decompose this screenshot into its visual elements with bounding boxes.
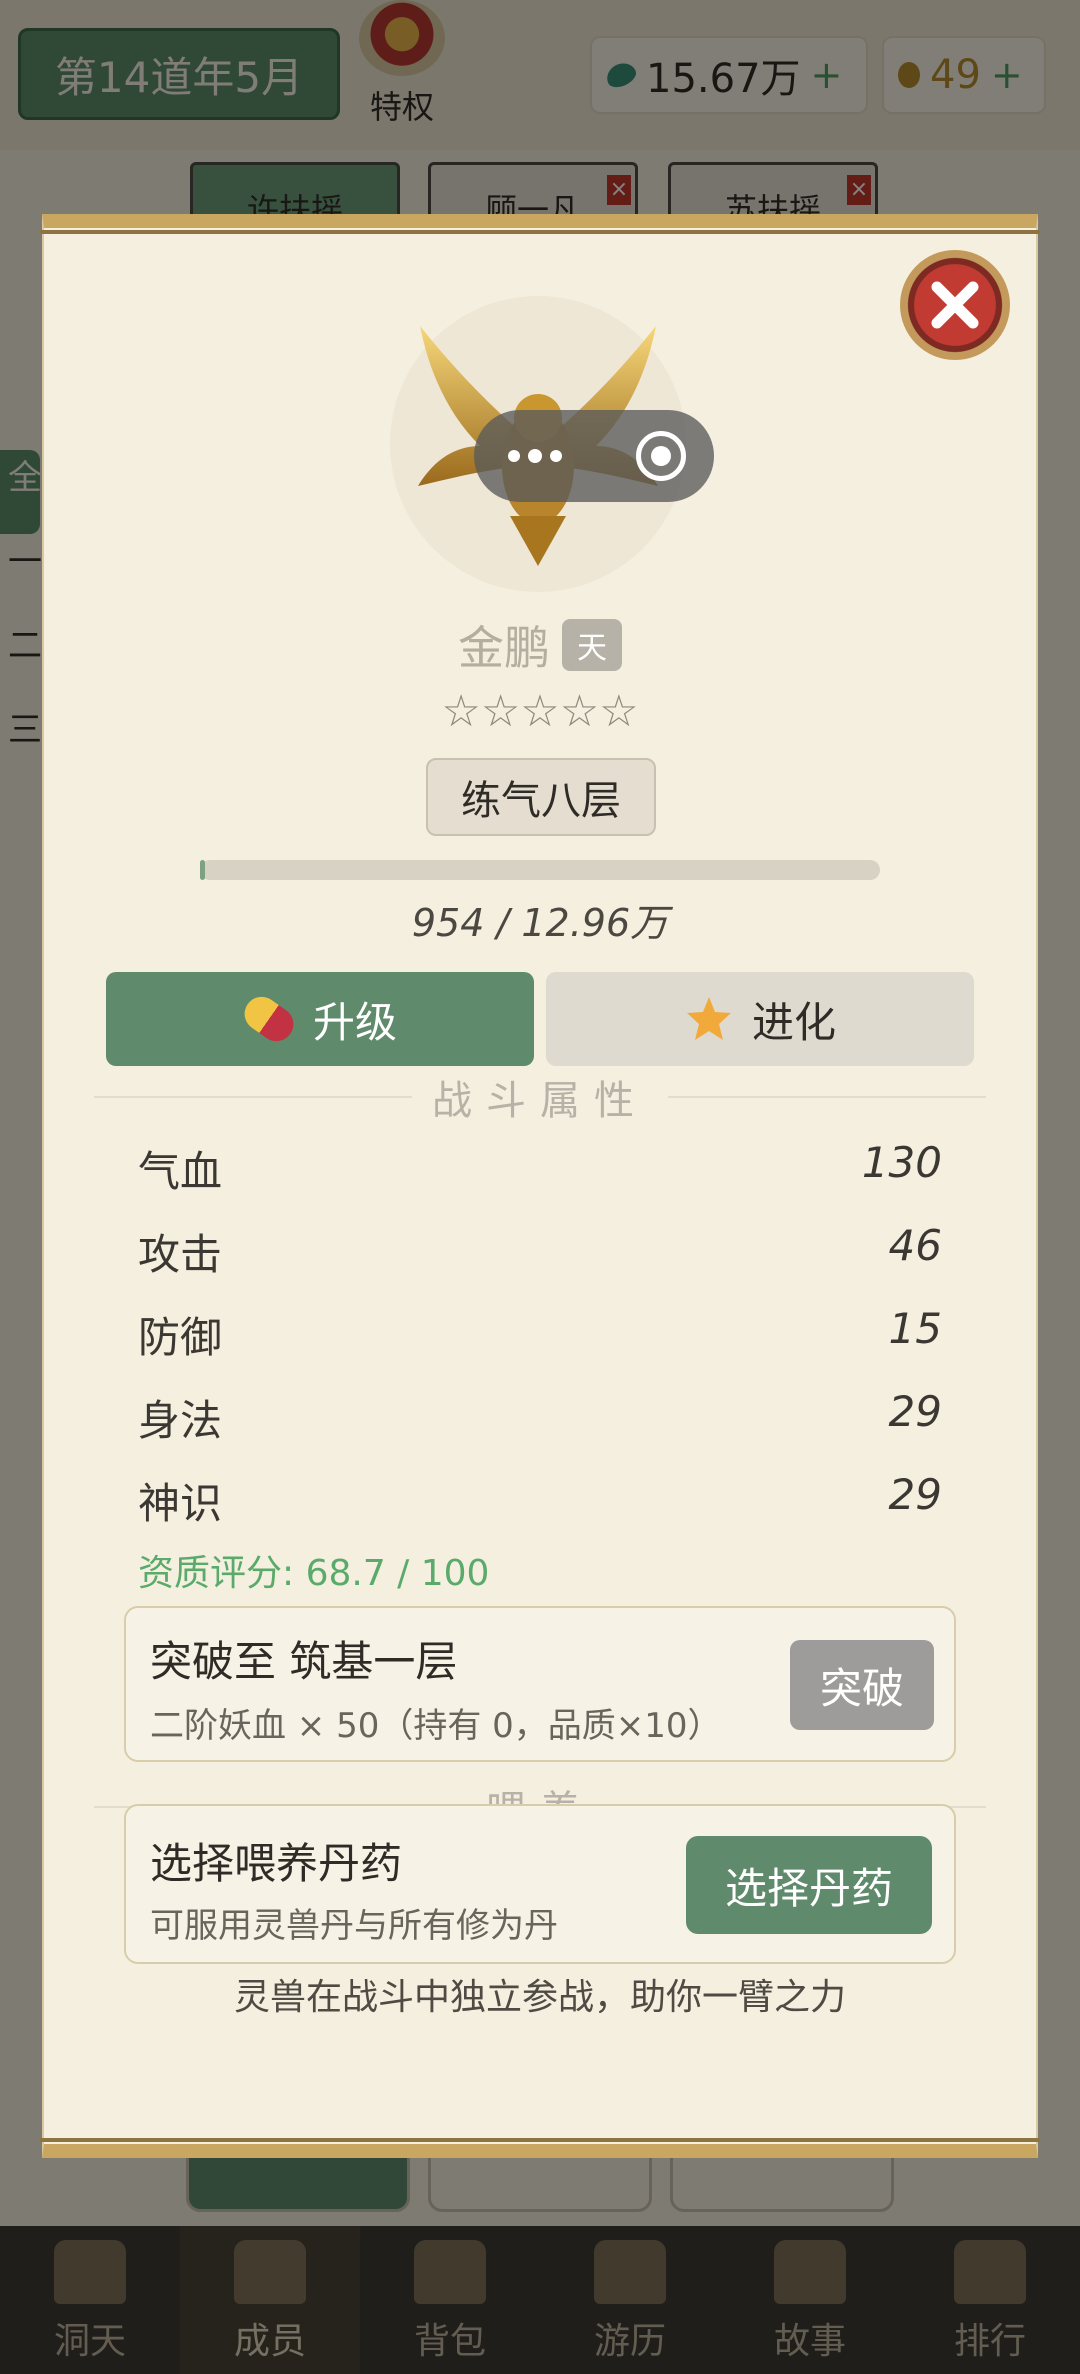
stat-value: 29 <box>888 1387 942 1436</box>
tab-evolve-label: 进化 <box>751 997 836 1047</box>
combat-section-title: 战斗属性 <box>432 1078 648 1124</box>
divider-line <box>668 1096 986 1098</box>
breakthrough-requirement: 二阶妖血 × 50（持有 0，品质×10） <box>150 1706 722 1746</box>
tab-evolve[interactable]: 进化 <box>546 972 974 1066</box>
stat-row-agility: 身法 29 <box>138 1387 942 1448</box>
pill-icon <box>237 990 301 1048</box>
breakthrough-card: 突破至 筑基一层 二阶妖血 × 50（持有 0，品质×10） 突破 <box>124 1606 956 1762</box>
feed-card-title: 选择喂养丹药 <box>150 1839 403 1888</box>
combat-section-header: 战斗属性 <box>94 1068 986 1126</box>
stat-value: 46 <box>888 1221 942 1270</box>
stat-value: 15 <box>888 1304 942 1353</box>
stat-row-defense: 防御 15 <box>138 1304 942 1365</box>
exp-progress-text: 954 / 12.96万 <box>411 901 669 945</box>
aptitude-score: 资质评分: 68.7 / 100 <box>138 1553 490 1594</box>
stat-row-hp: 气血 130 <box>138 1138 942 1199</box>
star-icon <box>684 994 734 1044</box>
close-icon <box>931 281 979 329</box>
pet-detail-modal: 金鹏 天 ☆☆☆☆☆ 练气八层 954 / 12.96万 升级 进化 战斗属性 … <box>40 214 1040 2158</box>
stat-value: 130 <box>861 1138 942 1187</box>
pet-realm-badge: 练气八层 <box>426 758 656 836</box>
floating-assistant-pill[interactable] <box>474 410 714 502</box>
stat-row-spirit: 神识 29 <box>138 1470 942 1531</box>
stat-row-attack: 攻击 46 <box>138 1221 942 1282</box>
more-options-icon[interactable] <box>508 449 562 463</box>
record-target-icon[interactable] <box>636 431 686 481</box>
divider-line <box>94 1096 412 1098</box>
feed-card: 选择喂养丹药 可服用灵兽丹与所有修为丹 选择丹药 <box>124 1804 956 1964</box>
footer-note: 灵兽在战斗中独立参战，助你一臂之力 <box>233 1977 846 2018</box>
pet-name-row: 金鹏 天 <box>44 612 1036 678</box>
stat-value: 29 <box>888 1470 942 1519</box>
exp-progress-bar <box>200 860 880 880</box>
select-pill-button[interactable]: 选择丹药 <box>686 1836 932 1934</box>
stat-label: 身法 <box>138 1396 223 1445</box>
stat-label: 神识 <box>138 1479 223 1528</box>
tab-upgrade[interactable]: 升级 <box>106 972 534 1066</box>
stat-label: 气血 <box>138 1147 223 1196</box>
stat-label: 攻击 <box>138 1230 223 1279</box>
tab-upgrade-label: 升级 <box>312 997 397 1047</box>
exp-progress-fill <box>200 860 206 880</box>
breakthrough-title: 突破至 筑基一层 <box>150 1637 458 1686</box>
close-button[interactable] <box>900 250 1010 360</box>
pet-grade-badge: 天 <box>562 619 622 671</box>
pet-name: 金鹏 <box>458 621 550 675</box>
breakthrough-button[interactable]: 突破 <box>790 1640 934 1730</box>
pet-star-rating: ☆☆☆☆☆ <box>441 686 639 737</box>
stat-label: 防御 <box>138 1313 223 1362</box>
feed-card-subtitle: 可服用灵兽丹与所有修为丹 <box>150 1906 558 1946</box>
